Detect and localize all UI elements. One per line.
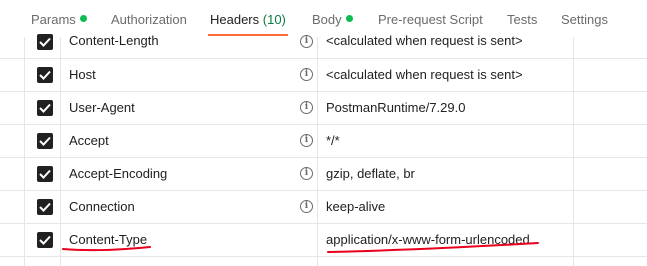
- info-icon[interactable]: i: [300, 167, 313, 180]
- table-row: User-Agent i PostmanRuntime/7.29.0: [0, 91, 647, 125]
- header-key[interactable]: Host: [69, 67, 96, 82]
- check-icon: [39, 202, 51, 212]
- info-icon[interactable]: i: [300, 200, 313, 213]
- check-icon: [39, 169, 51, 179]
- table-row: Content-Type application/x-www-form-urle…: [0, 223, 647, 257]
- header-value[interactable]: */*: [326, 133, 340, 148]
- check-icon: [39, 136, 51, 146]
- header-value[interactable]: <calculated when request is sent>: [326, 67, 523, 82]
- header-key[interactable]: Accept: [69, 133, 109, 148]
- header-key[interactable]: User-Agent: [69, 100, 135, 115]
- header-value[interactable]: keep-alive: [326, 199, 385, 214]
- headers-table: Content-Length i <calculated when reques…: [0, 33, 647, 266]
- check-icon: [39, 37, 51, 47]
- info-icon[interactable]: i: [300, 35, 313, 48]
- table-row: Accept i */*: [0, 124, 647, 158]
- header-value[interactable]: gzip, deflate, br: [326, 166, 415, 181]
- header-enabled-checkbox[interactable]: [37, 34, 53, 50]
- header-value[interactable]: <calculated when request is sent>: [326, 33, 523, 48]
- header-enabled-checkbox[interactable]: [37, 199, 53, 215]
- info-icon[interactable]: i: [300, 68, 313, 81]
- header-enabled-checkbox[interactable]: [37, 133, 53, 149]
- table-row: Host i <calculated when request is sent>: [0, 58, 647, 92]
- check-icon: [39, 103, 51, 113]
- header-key[interactable]: Content-Length: [69, 33, 159, 48]
- check-icon: [39, 70, 51, 80]
- params-status-dot: [79, 15, 87, 22]
- header-enabled-checkbox[interactable]: [37, 166, 53, 182]
- check-icon: [39, 235, 51, 245]
- info-icon[interactable]: i: [300, 101, 313, 114]
- header-enabled-checkbox[interactable]: [37, 100, 53, 116]
- header-value[interactable]: application/x-www-form-urlencoded: [326, 232, 530, 247]
- table-row: Connection i keep-alive: [0, 190, 647, 224]
- header-key[interactable]: Connection: [69, 199, 135, 214]
- body-status-dot: [345, 15, 353, 22]
- table-row: Accept-Encoding i gzip, deflate, br: [0, 157, 647, 191]
- info-icon[interactable]: i: [300, 134, 313, 147]
- header-enabled-checkbox[interactable]: [37, 232, 53, 248]
- header-key[interactable]: Accept-Encoding: [69, 166, 167, 181]
- header-key[interactable]: Content-Type: [69, 232, 147, 247]
- header-enabled-checkbox[interactable]: [37, 67, 53, 83]
- table-row: Content-Length i <calculated when reques…: [0, 25, 647, 59]
- header-value[interactable]: PostmanRuntime/7.29.0: [326, 100, 465, 115]
